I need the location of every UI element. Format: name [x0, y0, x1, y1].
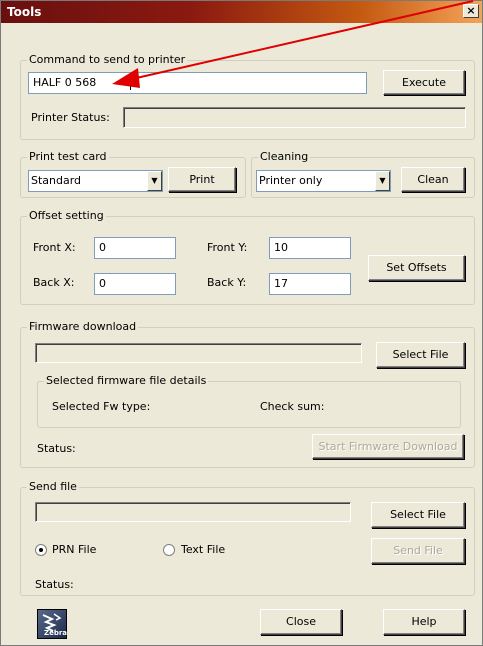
- cleaning-group-label: Cleaning: [258, 150, 311, 164]
- clean-button[interactable]: Clean: [401, 167, 465, 192]
- cleaning-select[interactable]: Printer only ▼: [256, 170, 391, 192]
- printer-status-field: [123, 107, 466, 128]
- set-offsets-button[interactable]: Set Offsets: [368, 255, 465, 281]
- window-close-button[interactable]: ×: [463, 4, 479, 18]
- chevron-down-icon[interactable]: ▼: [375, 171, 390, 191]
- command-input[interactable]: HALF 0 568: [28, 72, 367, 94]
- execute-button[interactable]: Execute: [383, 70, 465, 95]
- printer-status-label: Printer Status:: [31, 111, 110, 124]
- back-y-input[interactable]: 17: [269, 273, 351, 295]
- text-file-radio[interactable]: [163, 544, 175, 556]
- cleaning-selected: Printer only: [259, 174, 323, 187]
- firmware-file-field: [35, 343, 362, 363]
- logo-text: Zebra: [44, 629, 68, 637]
- back-y-label: Back Y:: [207, 276, 247, 289]
- offset-group-label: Offset setting: [27, 209, 106, 223]
- front-y-input[interactable]: 10: [269, 237, 351, 259]
- send-file-status-label: Status:: [35, 578, 74, 591]
- front-y-label: Front Y:: [207, 241, 248, 254]
- firmware-status-label: Status:: [37, 442, 76, 455]
- text-file-label: Text File: [181, 543, 226, 556]
- window-title: Tools: [7, 5, 42, 19]
- test-card-group-label: Print test card: [27, 150, 109, 164]
- back-x-label: Back X:: [33, 276, 75, 289]
- back-x-input[interactable]: 0: [94, 273, 176, 295]
- close-icon: ×: [466, 4, 476, 17]
- title-bar: Tools ×: [1, 1, 482, 23]
- send-file-group-label: Send file: [27, 480, 79, 494]
- start-firmware-download-button[interactable]: Start Firmware Download: [312, 434, 464, 459]
- front-x-label: Front X:: [33, 241, 76, 254]
- close-button[interactable]: Close: [260, 609, 342, 635]
- back-y-value: 17: [274, 277, 288, 290]
- firmware-group-label: Firmware download: [27, 320, 139, 334]
- send-file-button[interactable]: Send File: [371, 538, 465, 564]
- prn-file-radio[interactable]: [35, 544, 47, 556]
- zebra-logo-icon: Zebra: [37, 609, 67, 639]
- text-caret: [130, 76, 131, 90]
- prn-file-label: PRN File: [52, 543, 97, 556]
- send-file-field: [35, 502, 351, 522]
- front-y-value: 10: [274, 241, 288, 254]
- firmware-select-file-button[interactable]: Select File: [376, 342, 465, 368]
- command-input-value: HALF 0 568: [33, 76, 97, 89]
- test-card-selected: Standard: [31, 174, 82, 187]
- fw-type-label: Selected Fw type:: [52, 400, 151, 413]
- print-button[interactable]: Print: [168, 167, 236, 192]
- checksum-label: Check sum:: [260, 400, 325, 413]
- help-button[interactable]: Help: [383, 609, 465, 635]
- firmware-details-label: Selected firmware file details: [44, 374, 209, 388]
- test-card-select[interactable]: Standard ▼: [28, 170, 163, 192]
- back-x-value: 0: [99, 277, 106, 290]
- front-x-value: 0: [99, 241, 106, 254]
- tools-window: Tools × Command to send to printer HALF …: [0, 0, 483, 646]
- front-x-input[interactable]: 0: [94, 237, 176, 259]
- send-file-select-button[interactable]: Select File: [371, 502, 465, 528]
- command-group-label: Command to send to printer: [27, 53, 188, 67]
- chevron-down-icon[interactable]: ▼: [147, 171, 162, 191]
